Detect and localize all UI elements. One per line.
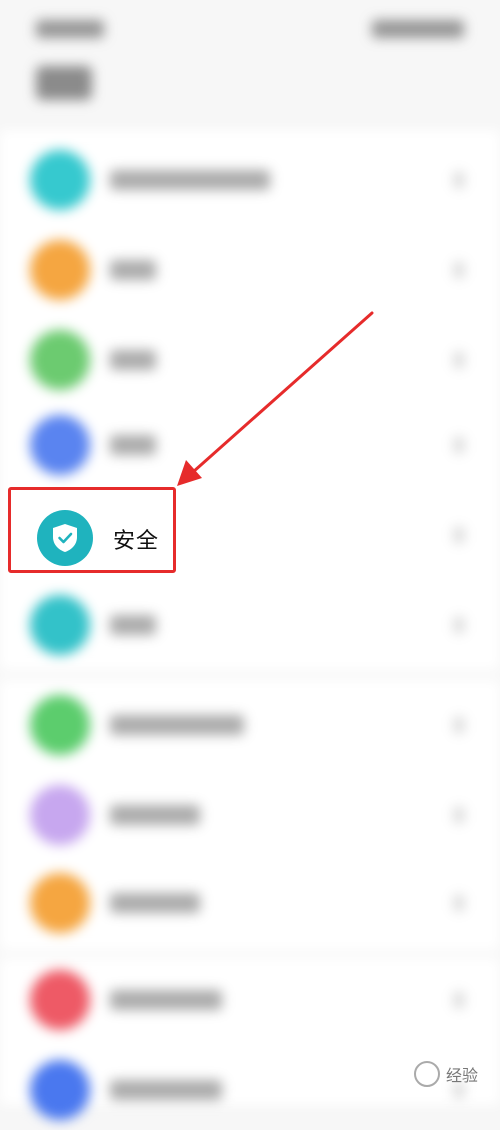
security-label: 安全 <box>113 528 160 553</box>
settings-row-apps[interactable] <box>0 863 500 943</box>
watermark: 经验 <box>413 1061 478 1087</box>
chevron-right-icon <box>454 895 464 911</box>
row-label <box>110 350 156 370</box>
settings-group-2 <box>0 680 500 950</box>
chevron-right-icon <box>454 172 464 188</box>
chevron-right-icon <box>454 262 464 278</box>
chevron-right-icon <box>454 717 464 733</box>
row-label <box>110 615 156 635</box>
display-icon <box>30 240 90 300</box>
row-label <box>110 893 200 913</box>
settings-row-bluetooth[interactable] <box>0 140 500 220</box>
bluetooth-icon <box>30 150 90 210</box>
status-bar-right <box>372 20 464 38</box>
settings-row-wallpaper[interactable] <box>0 775 500 855</box>
row-label <box>110 805 200 825</box>
row-label <box>110 260 156 280</box>
page-title <box>36 66 92 100</box>
shield-check-icon <box>37 510 93 566</box>
row-label <box>110 715 244 735</box>
baidu-paw-icon <box>413 1061 440 1087</box>
chevron-right-icon <box>454 527 464 543</box>
settings-row-sound[interactable] <box>0 320 500 400</box>
chevron-right-icon <box>454 352 464 368</box>
row-label <box>110 990 222 1010</box>
watermark-text: 经验 <box>445 1068 478 1085</box>
row-label <box>110 1080 222 1100</box>
chevron-right-icon <box>454 617 464 633</box>
settings-screen: 安全 经验 <box>0 0 500 1120</box>
security-row-highlight[interactable]: 安全 <box>8 487 176 573</box>
settings-row-notification[interactable] <box>0 405 500 485</box>
settings-row-battery[interactable] <box>0 685 500 765</box>
notification-icon <box>30 415 90 475</box>
chevron-right-icon <box>454 437 464 453</box>
apps-icon <box>30 873 90 933</box>
row-label <box>110 435 156 455</box>
sound-icon <box>30 330 90 390</box>
system-icon <box>30 1060 90 1120</box>
privacy-icon <box>30 595 90 655</box>
settings-row-privacy[interactable] <box>0 585 500 665</box>
account-icon <box>30 970 90 1030</box>
row-label <box>110 170 270 190</box>
chevron-right-icon <box>454 807 464 823</box>
battery-icon <box>30 695 90 755</box>
chevron-right-icon <box>454 992 464 1008</box>
status-bar-left <box>36 20 104 38</box>
settings-row-display[interactable] <box>0 230 500 310</box>
wallpaper-icon <box>30 785 90 845</box>
status-bar <box>0 0 500 60</box>
settings-row-account[interactable] <box>0 960 500 1040</box>
settings-group-1 <box>0 130 500 670</box>
